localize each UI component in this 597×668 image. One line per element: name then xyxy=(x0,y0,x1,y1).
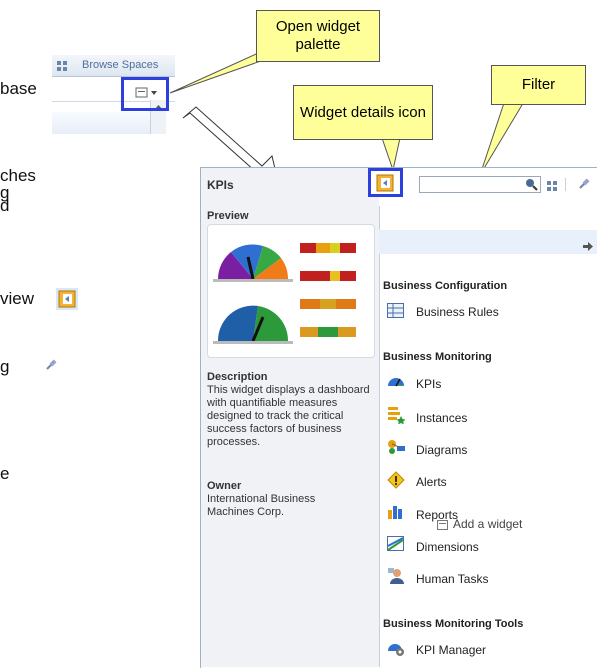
callout-filter: Filter xyxy=(491,65,586,105)
owner-text: International Business Machines Corp. xyxy=(207,493,316,518)
category-heading: Business Configuration xyxy=(383,280,508,292)
palette-item-alerts[interactable]: Alerts xyxy=(416,475,447,489)
arrow-right-icon[interactable] xyxy=(583,238,593,251)
pin-icon[interactable] xyxy=(577,177,591,191)
palette-item-business-rules[interactable]: Business Rules xyxy=(416,305,499,319)
palette-item-diagrams[interactable]: Diagrams xyxy=(416,443,467,457)
reports-icon xyxy=(387,504,405,520)
callout-widget-details-icon: Widget details icon xyxy=(293,85,433,140)
category-heading: Business Monitoring xyxy=(383,351,492,363)
palette-item-kpi-manager[interactable]: KPI Manager xyxy=(416,643,486,657)
description-text: This widget displays a dashboard with qu… xyxy=(207,384,370,448)
widget-title: KPIs xyxy=(207,178,234,192)
kpi-icon xyxy=(387,374,405,390)
instances-icon xyxy=(387,406,406,425)
palette-item-instances[interactable]: Instances xyxy=(416,411,467,425)
table-icon xyxy=(387,303,405,319)
widget-preview-image xyxy=(207,224,375,358)
preview-heading: Preview xyxy=(207,210,249,222)
palette-item-reports[interactable]: Reports xyxy=(416,508,458,522)
alert-icon xyxy=(387,471,405,489)
palette-item-dimensions[interactable]: Dimensions xyxy=(416,540,479,554)
palette-nav-bar xyxy=(379,230,597,254)
category-heading: Business Monitoring Tools xyxy=(383,618,524,630)
filter-input[interactable] xyxy=(419,176,541,193)
dimensions-icon xyxy=(387,536,405,552)
description-heading: Description xyxy=(207,371,268,383)
owner-heading: Owner xyxy=(207,480,242,492)
palette-item-kpis[interactable]: KPIs xyxy=(416,377,441,391)
divider xyxy=(565,178,566,191)
kpi-manager-icon xyxy=(387,640,405,656)
diagrams-icon xyxy=(387,439,405,455)
human-tasks-icon xyxy=(387,567,405,585)
grid-view-icon[interactable] xyxy=(547,179,558,191)
palette-item-human-tasks[interactable]: Human Tasks xyxy=(416,572,488,586)
widget-details-button[interactable] xyxy=(368,168,403,197)
callout-open-widget-palette: Open widget palette xyxy=(256,10,380,62)
search-icon[interactable] xyxy=(524,178,538,191)
